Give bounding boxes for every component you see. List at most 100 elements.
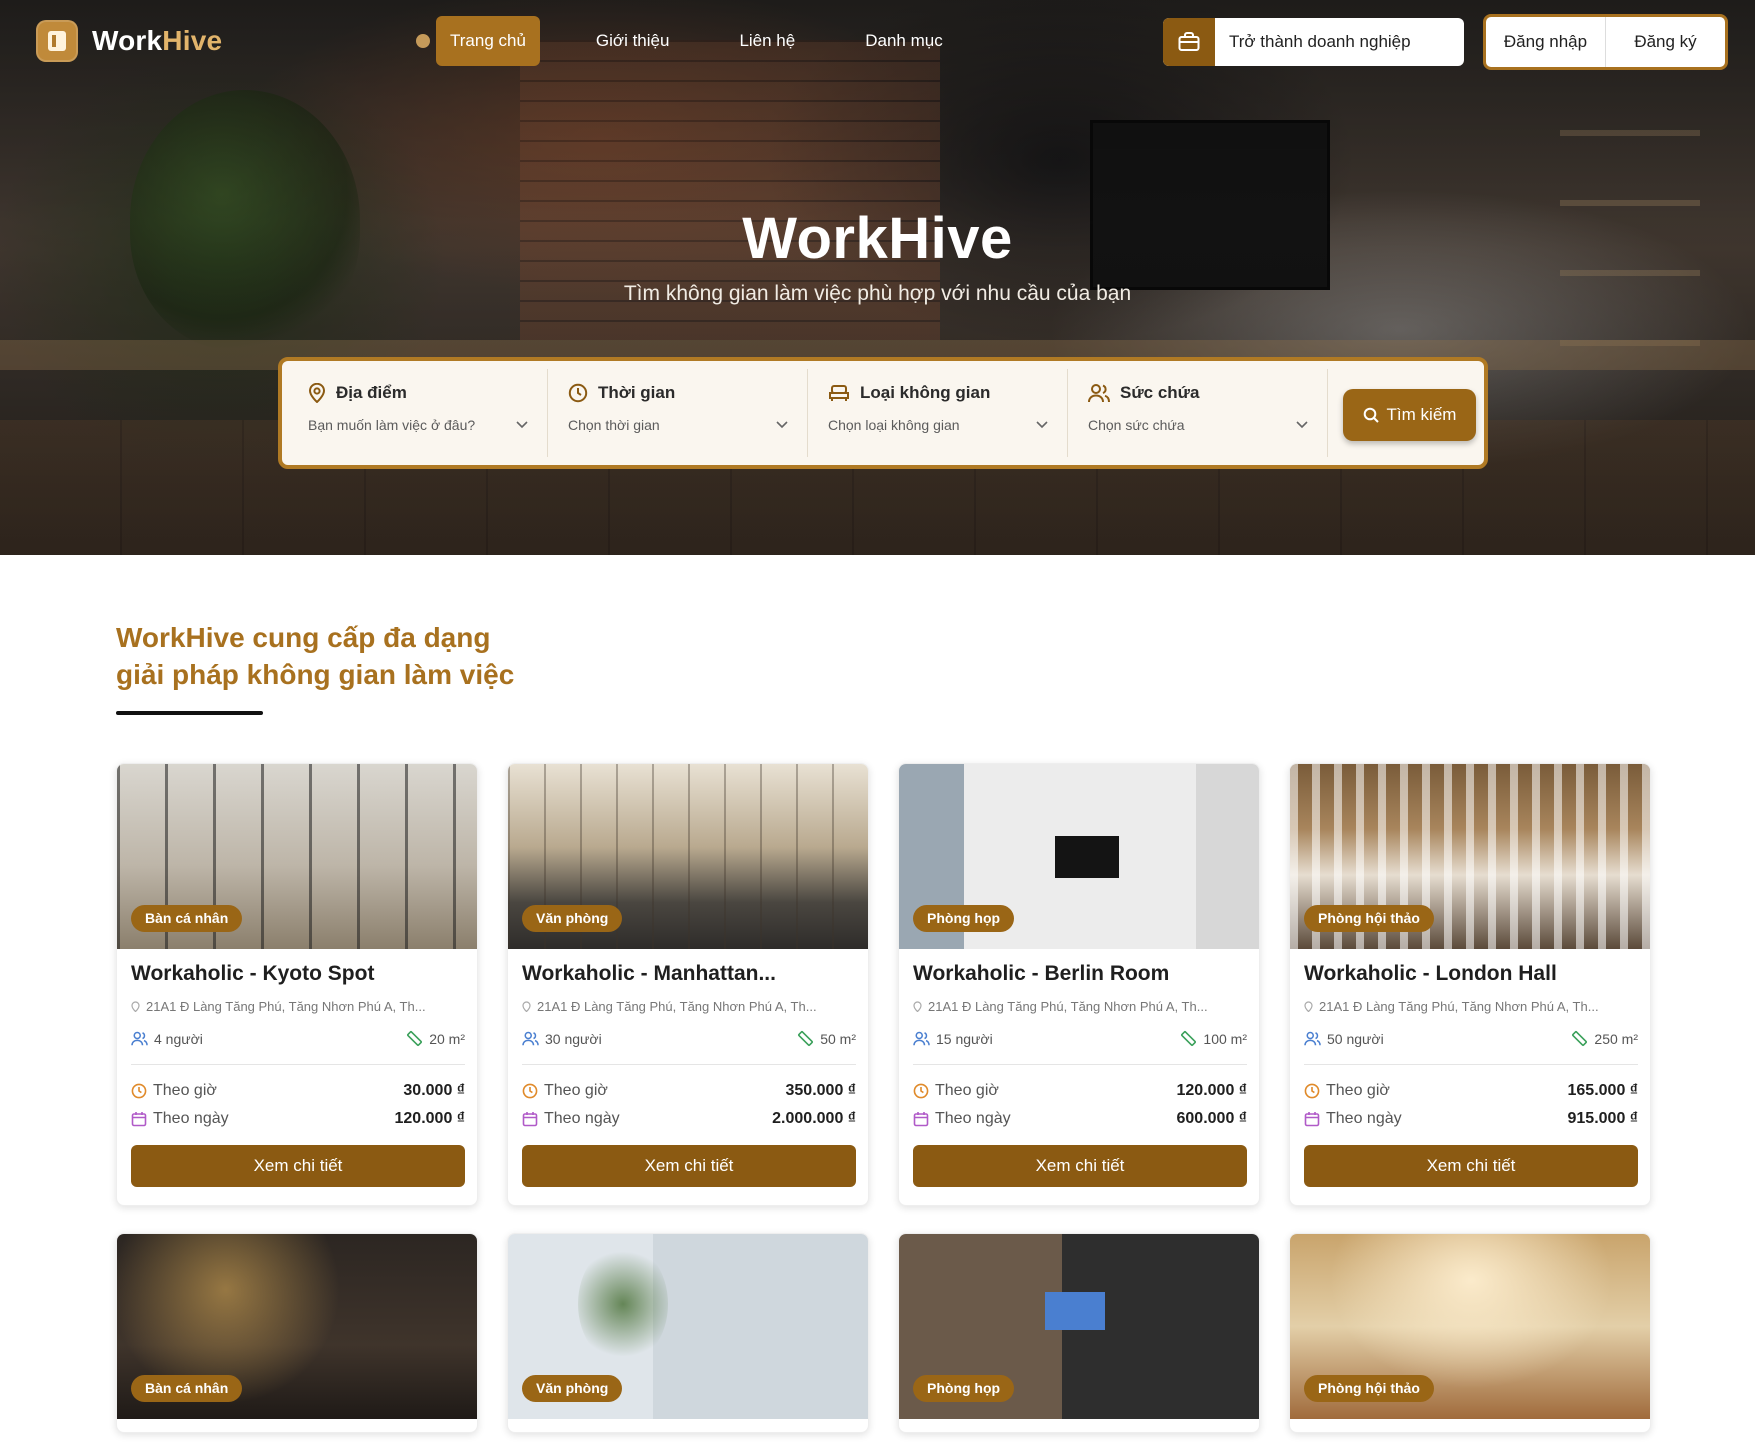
- space-card-name[interactable]: Workaholic - Kyoto Spot: [131, 962, 465, 986]
- price-value-hourly: 350.000 ₫: [785, 1082, 857, 1099]
- view-details-button[interactable]: Xem chi tiết: [1304, 1145, 1638, 1187]
- space-card-address: 21A1 Đ Làng Tăng Phú, Tăng Nhơn Phú A, T…: [131, 999, 465, 1014]
- hero-subtitle: Tìm không gian làm việc phù hợp với nhu …: [623, 282, 1132, 305]
- map-pin-icon: [1304, 1001, 1313, 1012]
- search-field-location[interactable]: Địa điểm Bạn muốn làm việc ở đâu?: [288, 369, 548, 457]
- space-card-name[interactable]: Workaholic - Berlin Room: [913, 962, 1247, 986]
- price-label-hourly: Theo giờ: [1326, 1082, 1390, 1099]
- auth-buttons: Đăng nhập Đăng ký: [1483, 14, 1728, 70]
- search-field-capacity-label: Sức chứa: [1120, 383, 1200, 402]
- search-field-location-label: Địa điểm: [336, 383, 407, 402]
- space-card[interactable]: Phòng hội thảo Workaholic - London Hall …: [1289, 763, 1651, 1206]
- clock-icon: [568, 383, 588, 403]
- users-icon: [913, 1031, 930, 1046]
- menu-item-home[interactable]: Trang chủ: [436, 16, 540, 66]
- main-menu: Trang chủ Giới thiệu Liên hệ Danh mục: [416, 16, 999, 66]
- space-card-area: 250 m²: [1594, 1030, 1638, 1047]
- price-value-daily: 2.000.000 ₫: [772, 1110, 856, 1127]
- space-type-badge: Văn phòng: [522, 1375, 623, 1402]
- space-card-area: 50 m²: [820, 1030, 856, 1047]
- price-label-daily: Theo ngày: [544, 1110, 620, 1127]
- view-details-button[interactable]: Xem chi tiết: [522, 1145, 856, 1187]
- register-button[interactable]: Đăng ký: [1606, 17, 1725, 67]
- space-card-meta: 30 người 50 m²: [522, 1030, 856, 1047]
- space-type-badge: Bàn cá nhân: [131, 1375, 243, 1402]
- view-details-button[interactable]: Xem chi tiết: [913, 1145, 1247, 1187]
- space-card-address-text: 21A1 Đ Làng Tăng Phú, Tăng Nhơn Phú A, T…: [537, 999, 817, 1014]
- search-button[interactable]: Tìm kiếm: [1343, 389, 1476, 441]
- space-card-divider: [131, 1064, 465, 1065]
- search-field-capacity[interactable]: Sức chứa Chọn sức chứa: [1068, 369, 1328, 457]
- space-card-divider: [1304, 1064, 1638, 1065]
- clock-icon: [1304, 1083, 1320, 1099]
- chevron-down-icon: [1296, 421, 1308, 429]
- space-card[interactable]: Văn phòng: [507, 1233, 869, 1433]
- clock-icon: [522, 1083, 538, 1099]
- chevron-down-icon: [516, 421, 528, 429]
- clock-icon: [131, 1083, 147, 1099]
- search-field-time-label: Thời gian: [598, 383, 676, 402]
- space-type-badge: Phòng họp: [913, 1375, 1015, 1402]
- logo-text-hive: Hive: [162, 25, 223, 56]
- ruler-icon: [1571, 1030, 1588, 1047]
- ruler-icon: [797, 1030, 814, 1047]
- space-card[interactable]: Văn phòng Workaholic - Manhattan... 21A1…: [507, 763, 869, 1206]
- view-details-button[interactable]: Xem chi tiết: [131, 1145, 465, 1187]
- search-icon: [1363, 407, 1379, 423]
- search-field-space-type[interactable]: Loại không gian Chọn loại không gian: [808, 369, 1068, 457]
- space-card[interactable]: Bàn cá nhân Workaholic - Kyoto Spot 21A1…: [116, 763, 478, 1206]
- space-card-address-text: 21A1 Đ Làng Tăng Phú, Tăng Nhơn Phú A, T…: [146, 999, 426, 1014]
- map-pin-icon: [913, 1001, 922, 1012]
- space-card-address-text: 21A1 Đ Làng Tăng Phú, Tăng Nhơn Phú A, T…: [928, 999, 1208, 1014]
- price-row-daily: Theo ngày 915.000 ₫: [1304, 1110, 1638, 1128]
- space-card-divider: [913, 1064, 1247, 1065]
- space-card[interactable]: Phòng họp Workaholic - Berlin Room 21A1 …: [898, 763, 1260, 1206]
- space-card-name[interactable]: Workaholic - London Hall: [1304, 962, 1638, 986]
- space-card[interactable]: Bàn cá nhân: [116, 1233, 478, 1433]
- menu-item-contact[interactable]: Liên hệ: [725, 16, 809, 66]
- price-label-hourly: Theo giờ: [153, 1082, 217, 1099]
- section-title-line1: WorkHive cung cấp đa dạng: [116, 622, 491, 653]
- sofa-icon: [828, 384, 850, 402]
- space-card-capacity: 50 người: [1327, 1030, 1384, 1047]
- hero-title: WorkHive: [742, 206, 1013, 271]
- space-card-address: 21A1 Đ Làng Tăng Phú, Tăng Nhơn Phú A, T…: [522, 999, 856, 1014]
- section-title: WorkHive cung cấp đa dạng giải pháp khôn…: [116, 619, 514, 693]
- section-title-underline: [116, 711, 263, 715]
- become-business-button[interactable]: Trở thành doanh nghiệp: [1163, 18, 1464, 66]
- space-type-badge: Phòng hội thảo: [1304, 905, 1434, 932]
- menu-item-about[interactable]: Giới thiệu: [582, 16, 684, 66]
- clock-icon: [913, 1083, 929, 1099]
- space-card-address: 21A1 Đ Làng Tăng Phú, Tăng Nhơn Phú A, T…: [913, 999, 1247, 1014]
- search-field-time-placeholder: Chọn thời gian: [568, 417, 660, 433]
- calendar-icon: [913, 1111, 929, 1127]
- calendar-icon: [522, 1111, 538, 1127]
- space-card-capacity: 4 người: [154, 1030, 203, 1047]
- login-button[interactable]: Đăng nhập: [1486, 17, 1606, 67]
- search-field-location-placeholder: Bạn muốn làm việc ở đâu?: [308, 417, 476, 433]
- price-label-daily: Theo ngày: [153, 1110, 229, 1127]
- chevron-down-icon: [776, 421, 788, 429]
- search-field-time[interactable]: Thời gian Chọn thời gian: [548, 369, 808, 457]
- menu-item-categories[interactable]: Danh mục: [851, 16, 956, 66]
- price-value-hourly: 165.000 ₫: [1567, 1082, 1639, 1099]
- price-label-hourly: Theo giờ: [544, 1082, 608, 1099]
- ruler-icon: [1180, 1030, 1197, 1047]
- price-value-hourly: 30.000 ₫: [403, 1082, 465, 1099]
- users-icon: [1304, 1031, 1321, 1046]
- space-card-name[interactable]: Workaholic - Manhattan...: [522, 962, 856, 986]
- price-value-daily: 600.000 ₫: [1176, 1110, 1248, 1127]
- chevron-down-icon: [1036, 421, 1048, 429]
- price-row-hourly: Theo giờ 120.000 ₫: [913, 1082, 1247, 1100]
- calendar-icon: [1304, 1111, 1320, 1127]
- logo-text-work: Work: [92, 25, 163, 56]
- price-value-hourly: 120.000 ₫: [1176, 1082, 1248, 1099]
- space-type-badge: Văn phòng: [522, 905, 623, 932]
- users-icon: [1088, 383, 1110, 403]
- logo[interactable]: WorkHive: [36, 20, 222, 62]
- price-row-hourly: Theo giờ 165.000 ₫: [1304, 1082, 1638, 1100]
- space-card[interactable]: Phòng họp: [898, 1233, 1260, 1433]
- space-card[interactable]: Phòng hội thảo: [1289, 1233, 1651, 1433]
- search-bar: Địa điểm Bạn muốn làm việc ở đâu? Thời g…: [278, 357, 1488, 469]
- space-card-meta: 4 người 20 m²: [131, 1030, 465, 1047]
